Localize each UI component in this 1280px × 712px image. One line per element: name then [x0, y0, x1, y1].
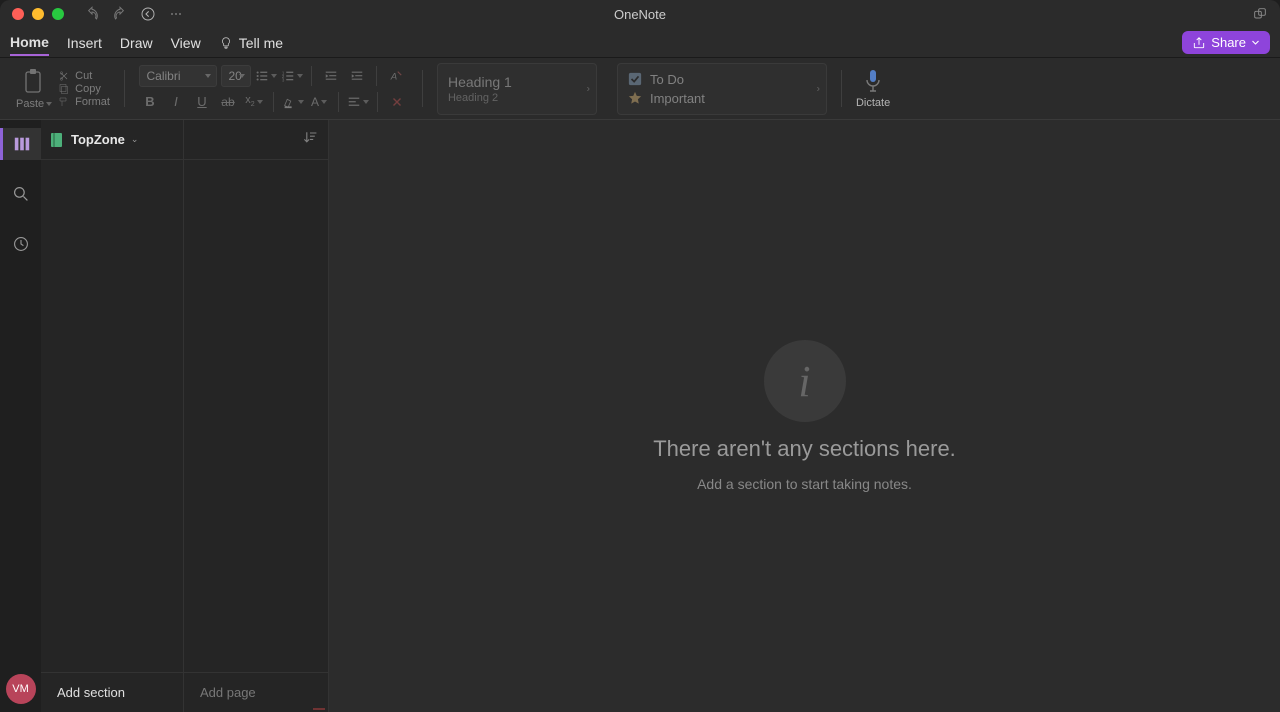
- redo-icon[interactable]: [112, 6, 128, 22]
- empty-state-subtitle: Add a section to start taking notes.: [697, 476, 912, 492]
- rail-recent[interactable]: [0, 228, 41, 260]
- subscript-button[interactable]: x2: [243, 91, 265, 113]
- add-page-button[interactable]: Add page: [184, 672, 328, 712]
- paste-button[interactable]: Paste: [16, 68, 52, 110]
- sort-icon: [302, 129, 318, 145]
- tag-todo: To Do: [628, 72, 816, 87]
- undo-icon[interactable]: [84, 6, 100, 22]
- style-heading-1: Heading 1: [448, 74, 586, 90]
- pages-header: [184, 120, 328, 160]
- strikethrough-button[interactable]: ab: [217, 91, 239, 113]
- format-painter-button[interactable]: Format: [58, 96, 110, 108]
- dictate-button[interactable]: Dictate: [856, 68, 890, 109]
- window-maximize-button[interactable]: [52, 8, 64, 20]
- notebook-icon: [49, 132, 65, 148]
- open-new-window-icon[interactable]: [1252, 6, 1268, 22]
- indent-button[interactable]: [346, 65, 368, 87]
- search-icon: [13, 186, 29, 202]
- paste-label: Paste: [16, 98, 44, 110]
- pages-panel: Add page: [184, 120, 329, 712]
- style-heading-2: Heading 2: [448, 92, 586, 104]
- align-button[interactable]: [347, 91, 369, 113]
- share-icon: [1192, 36, 1206, 50]
- dictate-label: Dictate: [856, 97, 890, 109]
- notebook-selector[interactable]: TopZone ⌄: [41, 120, 183, 160]
- font-family-select[interactable]: Calibri: [139, 65, 217, 87]
- ribbon: Paste Cut Copy Format Calibri 20 123 A B…: [0, 58, 1280, 120]
- tags-gallery[interactable]: To Do Important ›: [617, 63, 827, 115]
- lightbulb-icon: [219, 36, 233, 50]
- window-minimize-button[interactable]: [32, 8, 44, 20]
- chevron-right-icon: ›: [587, 83, 590, 94]
- chevron-down-icon: ⌄: [131, 134, 139, 145]
- delete-button[interactable]: [386, 91, 408, 113]
- microphone-icon: [863, 68, 883, 94]
- clock-icon: [13, 236, 29, 252]
- chevron-right-icon: ›: [817, 83, 820, 94]
- bullets-button[interactable]: [255, 65, 277, 87]
- svg-text:A: A: [390, 71, 397, 82]
- outdent-button[interactable]: [320, 65, 342, 87]
- tag-important: Important: [628, 91, 816, 106]
- tab-home[interactable]: Home: [10, 30, 49, 56]
- highlight-button[interactable]: [282, 91, 304, 113]
- back-icon[interactable]: [140, 6, 156, 22]
- tab-insert[interactable]: Insert: [67, 31, 102, 55]
- copy-button[interactable]: Copy: [58, 83, 110, 95]
- underline-button[interactable]: U: [191, 91, 213, 113]
- star-icon: [628, 91, 642, 105]
- empty-state-title: There aren't any sections here.: [653, 436, 956, 462]
- share-button[interactable]: Share: [1182, 31, 1270, 54]
- share-label: Share: [1211, 35, 1246, 50]
- font-color-button[interactable]: A: [308, 91, 330, 113]
- note-canvas: i There aren't any sections here. Add a …: [329, 120, 1280, 712]
- main-area: VM TopZone ⌄ Add section Add page i Ther…: [0, 120, 1280, 712]
- font-group: Calibri 20 123 A B I U ab x2 A: [133, 62, 414, 115]
- app-title: OneNote: [614, 7, 666, 22]
- pages-list: [184, 160, 328, 672]
- more-icon[interactable]: [168, 6, 184, 22]
- checkbox-icon: [628, 72, 642, 86]
- svg-text:3: 3: [282, 77, 285, 82]
- sort-button[interactable]: [302, 129, 318, 150]
- italic-button[interactable]: I: [165, 91, 187, 113]
- tell-me-label: Tell me: [239, 35, 283, 51]
- add-section-button[interactable]: Add section: [41, 672, 183, 712]
- sections-panel: TopZone ⌄ Add section: [41, 120, 184, 712]
- tell-me-button[interactable]: Tell me: [219, 31, 283, 55]
- notebooks-icon: [13, 135, 31, 153]
- sections-list: [41, 160, 183, 672]
- window-close-button[interactable]: [12, 8, 24, 20]
- rail-notebooks[interactable]: [0, 128, 41, 160]
- info-icon: i: [764, 340, 846, 422]
- tab-draw[interactable]: Draw: [120, 31, 153, 55]
- titlebar: OneNote: [0, 0, 1280, 28]
- notebook-name: TopZone: [71, 132, 125, 147]
- bold-button[interactable]: B: [139, 91, 161, 113]
- traffic-lights: [12, 8, 64, 20]
- numbering-button[interactable]: 123: [281, 65, 303, 87]
- user-avatar[interactable]: VM: [6, 674, 36, 704]
- clipboard-group: Paste Cut Copy Format: [10, 62, 116, 115]
- tab-view[interactable]: View: [171, 31, 201, 55]
- styles-gallery[interactable]: Heading 1 Heading 2 ›: [437, 63, 597, 115]
- rail-search[interactable]: [0, 178, 41, 210]
- cut-button[interactable]: Cut: [58, 70, 110, 82]
- clear-formatting-button[interactable]: A: [385, 65, 407, 87]
- font-size-select[interactable]: 20: [221, 65, 251, 87]
- menu-tabs: Home Insert Draw View Tell me Share: [0, 28, 1280, 58]
- navigation-rail: VM: [0, 120, 41, 712]
- chevron-down-icon: [1251, 38, 1260, 47]
